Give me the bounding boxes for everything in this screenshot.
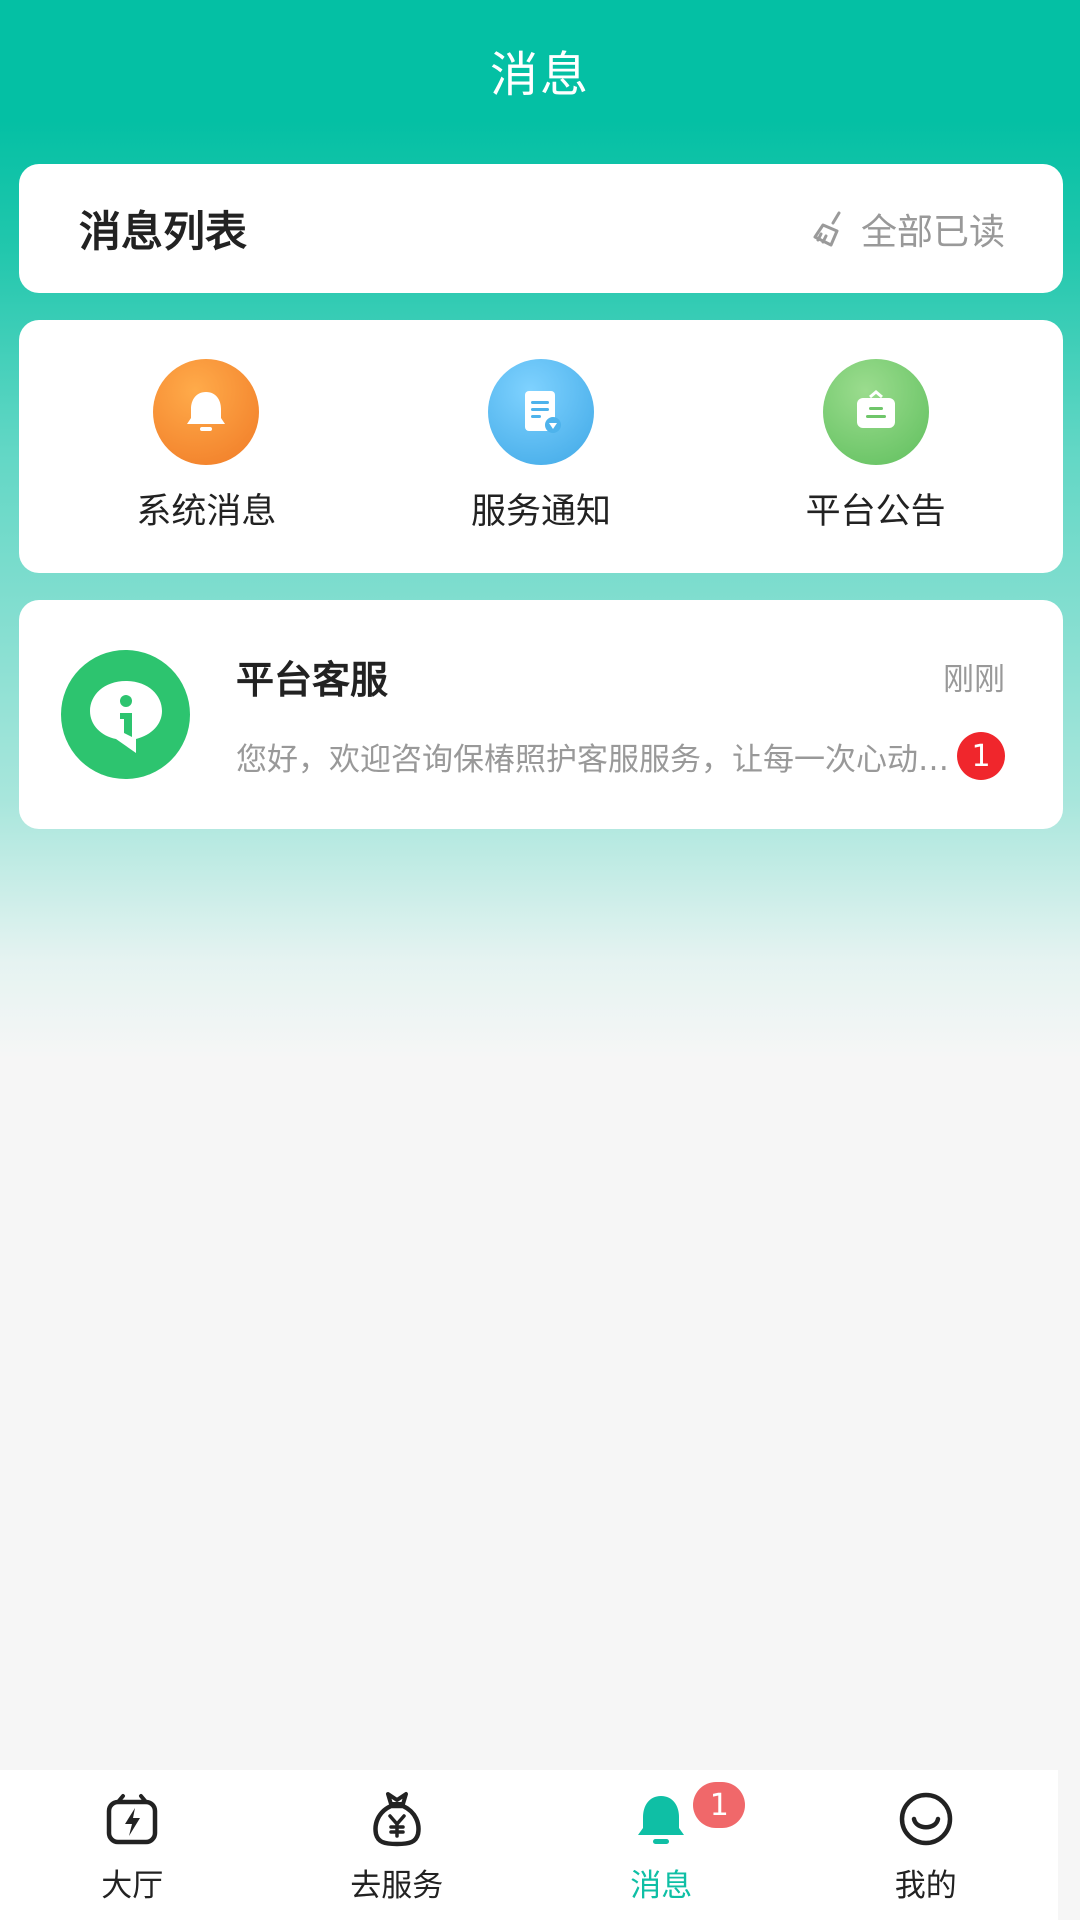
chat-name: 平台客服 [236, 658, 389, 702]
money-bag-icon [373, 1792, 421, 1847]
chat-time: 刚刚 [943, 662, 1005, 698]
category-card: 系统消息 服务通知 平台公告 [19, 320, 1063, 573]
hall-icon [107, 1794, 158, 1845]
tab-messages[interactable]: 1 消息 [529, 1770, 794, 1920]
message-list-title: 消息列表 [79, 207, 248, 256]
bell-icon [638, 1796, 685, 1844]
unread-badge: 1 [957, 732, 1005, 780]
tab-go-service[interactable]: 去服务 [265, 1770, 530, 1920]
category-label: 服务通知 [470, 492, 611, 532]
smile-icon [899, 1792, 952, 1846]
bell-icon [153, 359, 260, 465]
document-icon [487, 359, 594, 465]
broom-icon [813, 211, 841, 246]
tab-label: 去服务 [350, 1868, 444, 1904]
top-header: 消息 [0, 0, 1080, 140]
category-system-messages[interactable]: 系统消息 [76, 359, 336, 534]
tab-label: 我的 [894, 1868, 957, 1904]
category-platform-announcement[interactable]: 平台公告 [746, 359, 1006, 534]
tab-label: 大厅 [101, 1868, 164, 1904]
chat-item-customer-service[interactable]: 平台客服 刚刚 您好，欢迎咨询保椿照护客服服务，让每一次心动都被温柔以待 1 [19, 600, 1063, 829]
tab-label: 消息 [630, 1868, 693, 1904]
bag-icon [822, 359, 929, 465]
tab-badge: 1 [693, 1782, 746, 1828]
message-list-header: 消息列表 全部已读 [19, 164, 1063, 293]
page-title: 消息 [489, 47, 590, 103]
category-label: 平台公告 [805, 492, 946, 532]
mark-all-read-button[interactable]: 全部已读 [809, 203, 1005, 255]
tab-mine[interactable]: 我的 [794, 1770, 1059, 1920]
chat-content: 平台客服 刚刚 您好，欢迎咨询保椿照护客服服务，让每一次心动都被温柔以待 1 [236, 649, 1005, 780]
bottom-tab-bar: 大厅 去服务 1 消息 我的 [0, 1770, 1058, 1920]
chat-preview: 您好，欢迎咨询保椿照护客服服务，让每一次心动都被温柔以待 [236, 741, 949, 778]
category-label: 系统消息 [136, 492, 277, 532]
mark-all-read-label: 全部已读 [860, 211, 1005, 253]
tab-hall[interactable]: 大厅 [0, 1770, 265, 1920]
category-service-notice[interactable]: 服务通知 [411, 359, 671, 534]
info-bubble-icon [61, 650, 190, 779]
